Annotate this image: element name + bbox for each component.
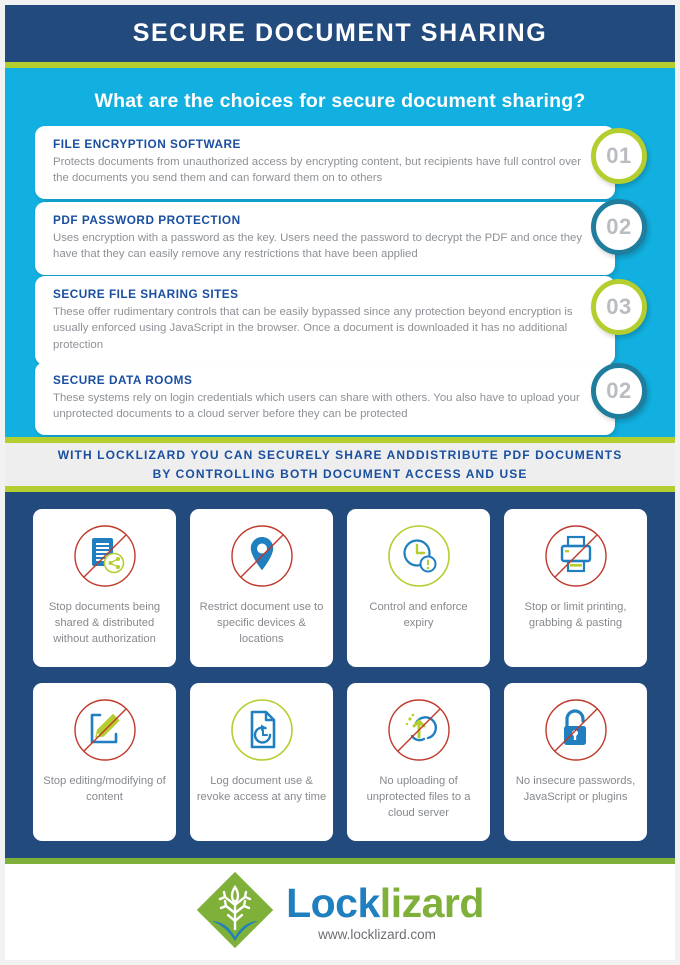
choice-number: 03 [606,294,632,319]
feature-card: Restrict document use to specific device… [190,509,333,667]
choice-card: FILE ENCRYPTION SOFTWARE Protects docume… [35,126,615,199]
feature-card: Control and enforce expiry [347,509,490,667]
choice-title: SECURE FILE SHARING SITES [53,287,239,301]
feature-card: Stop documents being shared & distribute… [33,509,176,667]
feature-label: Stop editing/modifying of content [43,775,166,803]
choice-card: PDF PASSWORD PROTECTION Uses encryption … [35,202,615,275]
feature-card: Stop editing/modifying of content [33,683,176,841]
feature-label: Stop documents being shared & distribute… [48,601,161,645]
banner-line-2: BY CONTROLLING BOTH DOCUMENT ACCESS AND … [152,466,528,481]
choice-number-badge: 01 [591,128,647,184]
wordmark-lock: Lock [286,879,380,926]
location-pin-icon [229,523,295,589]
document-share-icon [72,523,138,589]
banner-line-1: WITH LOCKLIZARD YOU CAN SECURELY SHARE A… [57,447,623,462]
choice-title: SECURE DATA ROOMS [53,373,193,387]
choices-section: What are the choices for secure document… [5,68,675,437]
locklizard-wordmark: Locklizard www.locklizard.com [286,879,485,942]
feature-card: Log document use & revoke access at any … [190,683,333,841]
pencil-edit-icon [72,697,138,763]
cloud-upload-icon [386,697,452,763]
feature-label: Log document use & revoke access at any … [196,775,327,803]
choice-card: SECURE DATA ROOMS These systems rely on … [35,362,615,435]
feature-card: Stop or limit printing, grabbing & pasti… [504,509,647,667]
printer-icon [543,523,609,589]
choice-title: FILE ENCRYPTION SOFTWARE [53,137,241,151]
locklizard-logo[interactable]: Locklizard www.locklizard.com [196,871,484,954]
feature-label: Control and enforce expiry [369,601,468,629]
feature-label: No insecure passwords, JavaScript or plu… [515,775,636,803]
infographic-page: SECURE DOCUMENT SHARING What are the cho… [0,0,680,965]
website-url[interactable]: www.locklizard.com [318,927,436,942]
choices-subtitle: What are the choices for secure document… [94,90,586,112]
choice-body: Uses encryption with a password as the k… [53,232,583,261]
page-title: SECURE DOCUMENT SHARING [132,19,548,47]
features-grid: Stop documents being shared & distribute… [33,509,647,841]
feature-label: Restrict document use to specific device… [199,601,324,645]
choice-body: These systems rely on login credentials … [53,392,580,421]
choice-number-badge: 02 [591,199,647,255]
choice-number: 02 [606,214,632,239]
choice-number-badge: 02 [591,363,647,419]
feature-card: No uploading of unprotected files to a c… [347,683,490,841]
features-section: Stop documents being shared & distribute… [5,492,675,858]
choice-number: 02 [606,378,632,403]
wordmark-lizard: lizard [379,879,485,926]
feature-label: No uploading of unprotected files to a c… [366,775,471,819]
page-header: SECURE DOCUMENT SHARING [5,5,675,62]
choice-body: These offer rudimentary controls that ca… [53,306,573,351]
feature-card: No insecure passwords, JavaScript or plu… [504,683,647,841]
feature-label: Stop or limit printing, grabbing & pasti… [524,601,627,629]
document-revoke-icon [229,697,295,763]
choice-body: Protects documents from unauthorized acc… [53,156,582,185]
clock-alert-icon [386,523,452,589]
locklizard-mark-icon [196,871,274,954]
choice-number-badge: 03 [591,279,647,335]
statement-banner: WITH LOCKLIZARD YOU CAN SECURELY SHARE A… [5,443,675,486]
choice-card: SECURE FILE SHARING SITES These offer ru… [35,276,615,365]
open-padlock-icon [543,697,609,763]
choice-number: 01 [606,143,632,168]
choice-title: PDF PASSWORD PROTECTION [53,213,241,227]
page-footer: Locklizard www.locklizard.com [5,864,675,960]
